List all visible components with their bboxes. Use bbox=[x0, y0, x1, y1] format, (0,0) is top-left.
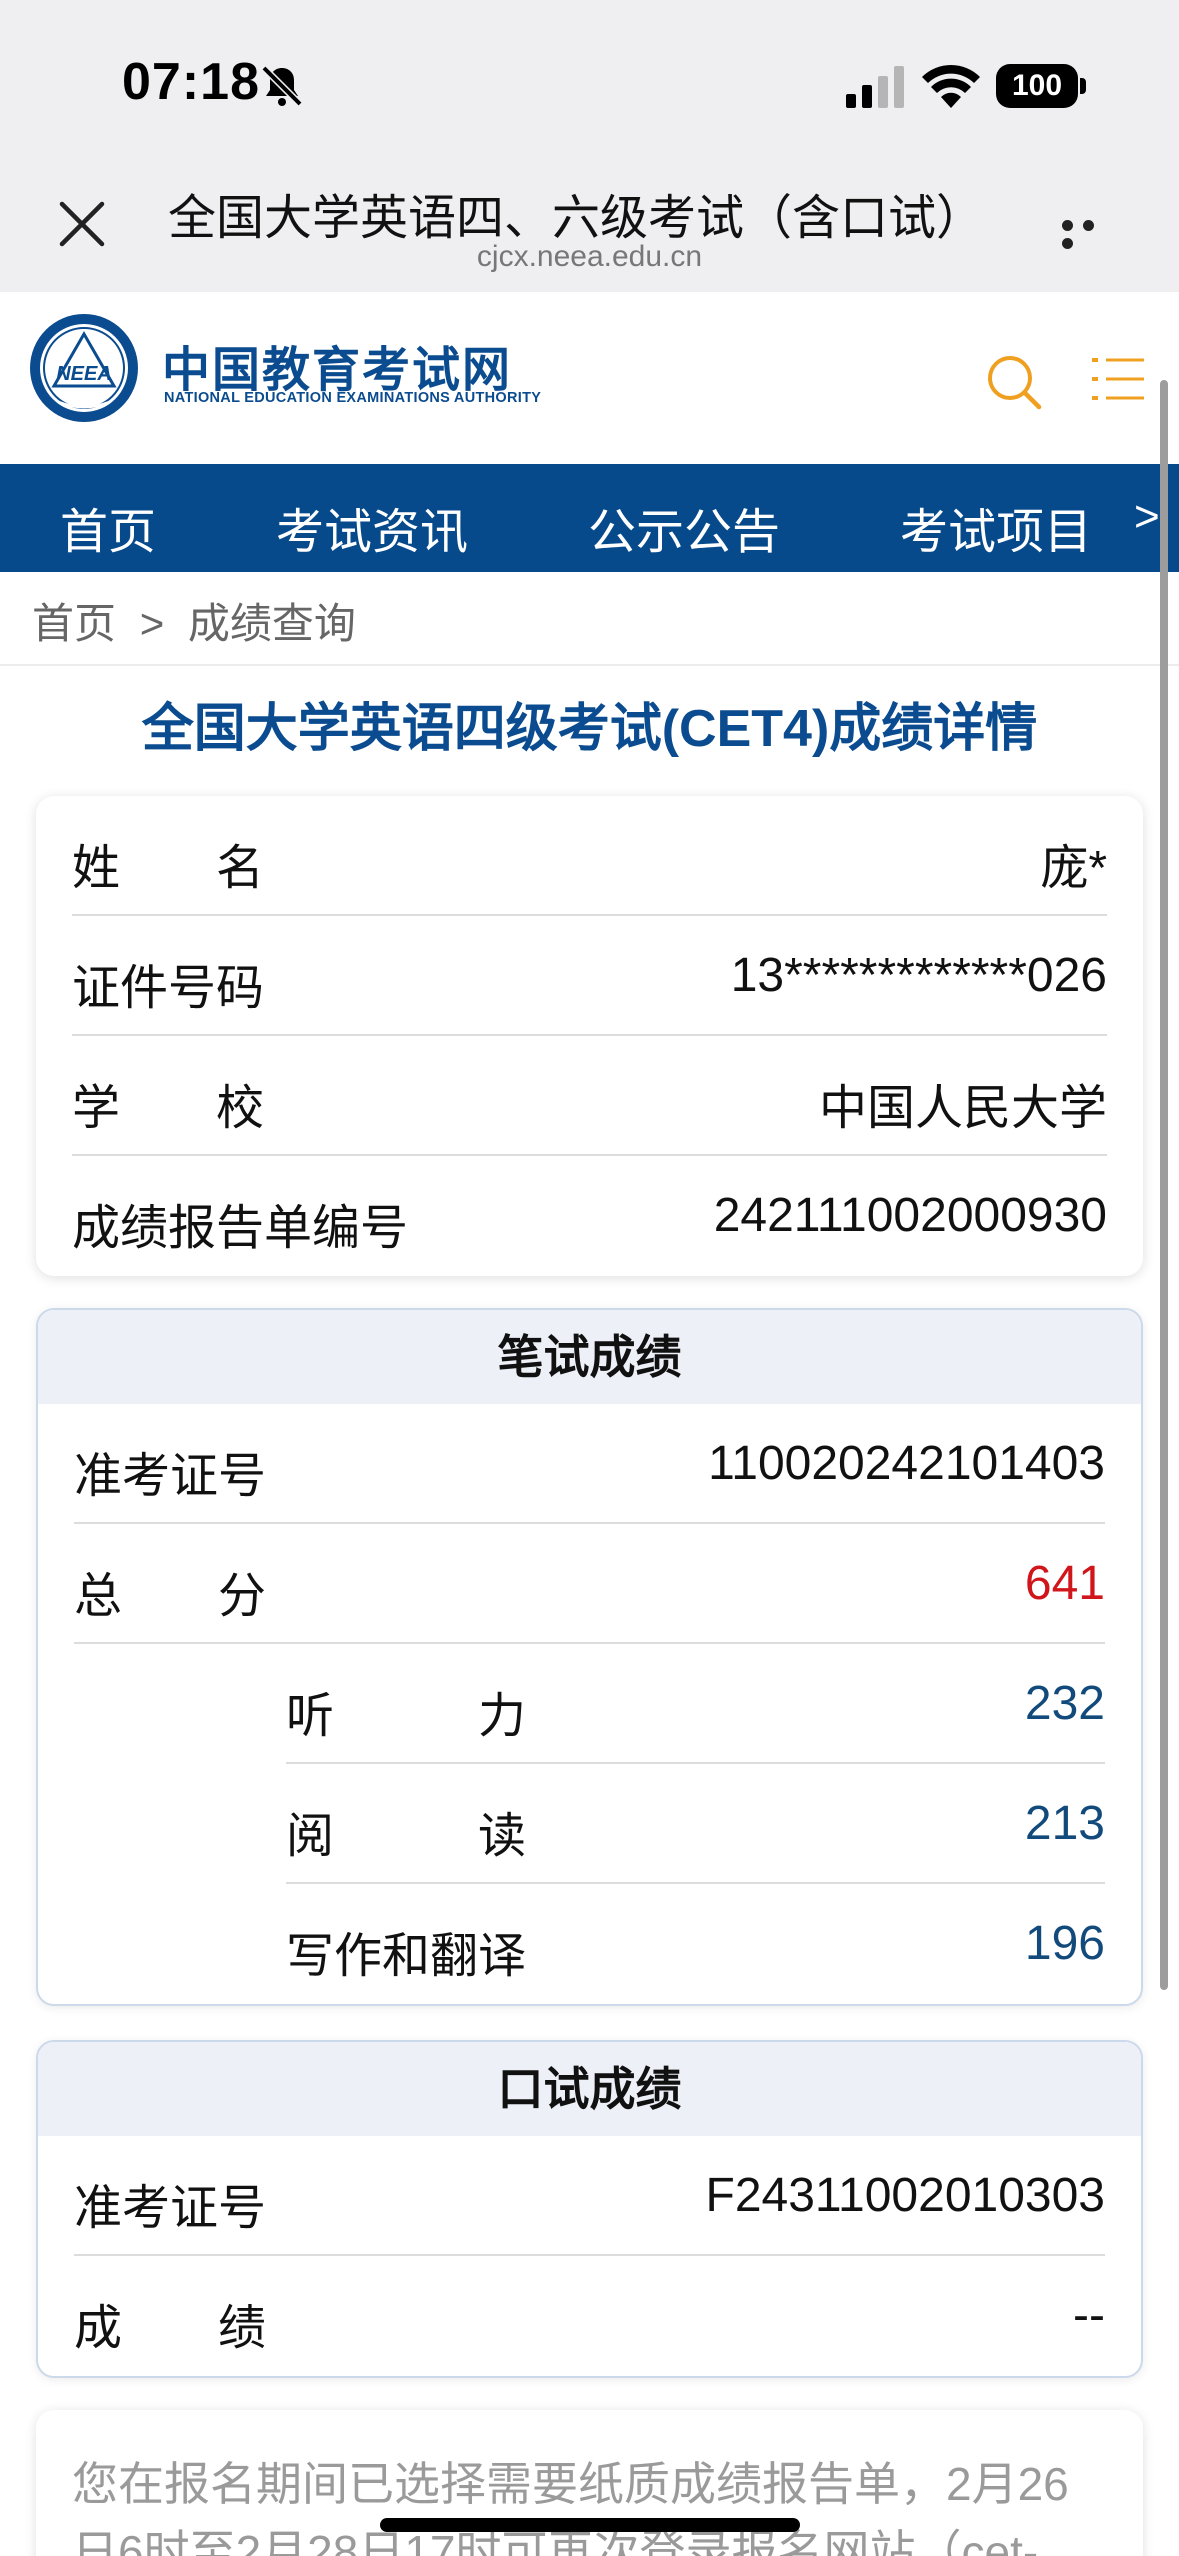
written-row-ticket: 准考证号 110020242101403 bbox=[74, 1404, 1105, 1524]
main-nav: 首页 考试资讯 公示公告 考试项目 > bbox=[0, 464, 1179, 572]
written-row-total: 总 分 641 bbox=[74, 1524, 1105, 1644]
school-value: 中国人民大学 bbox=[818, 1082, 1107, 1135]
written-score-heading: 笔试成绩 bbox=[38, 1310, 1141, 1404]
paper-report-notice: 您在报名期间已选择需要纸质成绩报告单，2月26日6时至2月28日17时可再次登录… bbox=[36, 2410, 1143, 2556]
info-row-report: 成绩报告单编号 242111002000930 bbox=[72, 1156, 1107, 1276]
listening-label: 听 力 bbox=[286, 1690, 527, 1743]
cellular-signal-icon bbox=[846, 66, 904, 108]
total-score-value: 641 bbox=[1024, 1557, 1105, 1610]
oral-score-card: 口试成绩 准考证号 F24311002010303 成 绩 -- bbox=[36, 2040, 1143, 2378]
menu-icon[interactable] bbox=[1092, 354, 1144, 404]
wifi-icon bbox=[922, 64, 980, 108]
home-indicator[interactable] bbox=[380, 2518, 800, 2532]
battery-indicator: 100 bbox=[996, 64, 1078, 108]
listening-value: 232 bbox=[1024, 1677, 1105, 1730]
oral-ticket-value: F24311002010303 bbox=[705, 2169, 1106, 2222]
id-value: 13*************026 bbox=[730, 949, 1107, 1002]
writing-value: 196 bbox=[1024, 1917, 1105, 1970]
oral-score-heading: 口试成绩 bbox=[38, 2042, 1141, 2136]
oral-row-ticket: 准考证号 F24311002010303 bbox=[74, 2136, 1105, 2256]
browser-page-title: 全国大学英语四、六级考试（含口试） bbox=[168, 192, 985, 245]
ticket-label: 准考证号 bbox=[74, 1450, 267, 1503]
bell-off-icon bbox=[261, 65, 303, 107]
page-title: 全国大学英语四级考试(CET4)成绩详情 bbox=[141, 700, 1038, 758]
scrollbar[interactable] bbox=[1160, 380, 1168, 1990]
breadcrumb-home[interactable]: 首页 bbox=[32, 600, 116, 647]
status-time: 07:18 bbox=[122, 53, 260, 111]
oral-row-score: 成 绩 -- bbox=[74, 2256, 1105, 2376]
oral-score-label: 成 绩 bbox=[74, 2302, 267, 2355]
divider bbox=[0, 664, 1179, 666]
neea-seal-logo[interactable]: NEEA bbox=[28, 312, 140, 424]
school-label: 学 校 bbox=[72, 1082, 265, 1135]
breadcrumb: 首页 > 成绩查询 bbox=[32, 590, 356, 651]
oral-score-value: -- bbox=[1073, 2289, 1105, 2342]
info-row-name: 姓 名 庞* bbox=[72, 796, 1107, 916]
seal-text: NEEA bbox=[56, 363, 112, 385]
info-row-id: 证件号码 13*************026 bbox=[72, 916, 1107, 1036]
browser-chrome: 07:18 100 全国大学英语四、六级考试（含口试） cjcx.neea.ed… bbox=[0, 0, 1179, 292]
breadcrumb-separator: > bbox=[139, 600, 165, 647]
nav-scroll-right[interactable]: > bbox=[1134, 492, 1160, 542]
site-header: NEEA 中国教育考试网 NATIONAL EDUCATION EXAMINAT… bbox=[0, 292, 1179, 464]
nav-item-announcements[interactable]: 公示公告 bbox=[588, 492, 780, 562]
writing-label: 写作和翻译 bbox=[286, 1930, 527, 1983]
info-row-school: 学 校 中国人民大学 bbox=[72, 1036, 1107, 1156]
reading-label: 阅 读 bbox=[286, 1810, 527, 1863]
written-score-card: 笔试成绩 准考证号 110020242101403 总 分 641 听 力 23… bbox=[36, 1308, 1143, 2006]
notice-text: 您在报名期间已选择需要纸质成绩报告单，2月26日6时至2月28日17时可再次登录… bbox=[72, 2458, 1069, 2556]
ticket-value: 110020242101403 bbox=[708, 1437, 1105, 1490]
browser-url[interactable]: cjcx.neea.edu.cn bbox=[0, 240, 1179, 274]
report-number-label: 成绩报告单编号 bbox=[72, 1202, 409, 1255]
nav-item-news[interactable]: 考试资讯 bbox=[276, 492, 468, 562]
search-icon[interactable] bbox=[984, 352, 1044, 412]
nav-item-home[interactable]: 首页 bbox=[60, 492, 156, 562]
candidate-info-card: 姓 名 庞* 证件号码 13*************026 学 校 中国人民大… bbox=[36, 796, 1143, 1276]
battery-tip bbox=[1080, 78, 1086, 94]
name-label: 姓 名 bbox=[72, 842, 265, 895]
total-score-label: 总 分 bbox=[74, 1570, 267, 1623]
more-options-icon[interactable] bbox=[1062, 218, 1122, 249]
report-number-value: 242111002000930 bbox=[713, 1189, 1107, 1242]
written-row-reading: 阅 读 213 bbox=[286, 1764, 1105, 1884]
reading-value: 213 bbox=[1024, 1797, 1105, 1850]
site-logo-subtitle: NATIONAL EDUCATION EXAMINATIONS AUTHORIT… bbox=[164, 390, 542, 406]
oral-ticket-label: 准考证号 bbox=[74, 2182, 267, 2235]
breadcrumb-current: 成绩查询 bbox=[187, 600, 356, 647]
name-value: 庞* bbox=[1040, 842, 1107, 895]
nav-item-exams[interactable]: 考试项目 bbox=[900, 492, 1092, 562]
written-row-listening: 听 力 232 bbox=[286, 1644, 1105, 1764]
id-label: 证件号码 bbox=[72, 962, 265, 1015]
written-row-writing: 写作和翻译 196 bbox=[286, 1884, 1105, 2004]
